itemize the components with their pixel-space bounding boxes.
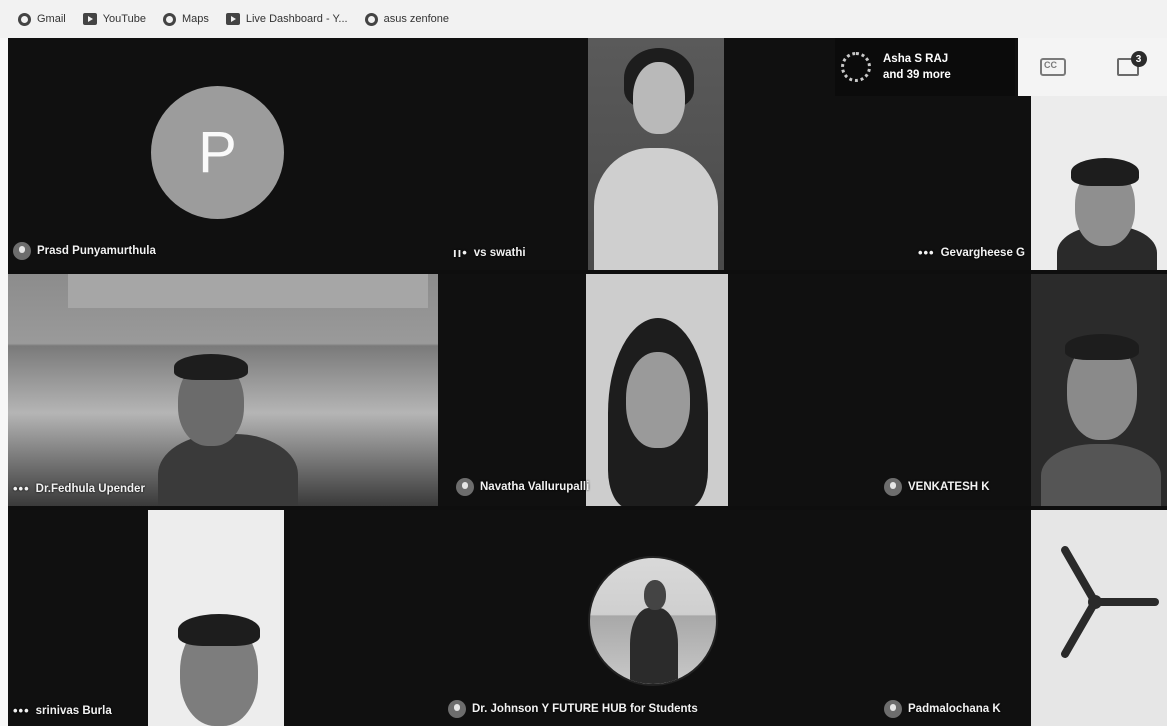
participants-summary[interactable]: Asha S RAJ and 39 more bbox=[835, 38, 1015, 96]
captions-button[interactable] bbox=[1018, 38, 1088, 96]
participant-tile[interactable]: P Prasd Punyamurthula bbox=[8, 38, 448, 270]
participant-tile[interactable]: Padmalochana K bbox=[730, 510, 1167, 726]
person-hair bbox=[178, 614, 260, 646]
ceiling-fan-graphic bbox=[1061, 546, 1159, 658]
participant-tile[interactable]: ••• Dr.Fedhula Upender bbox=[8, 274, 438, 506]
participant-tile[interactable]: Navatha Vallurupalli bbox=[438, 274, 730, 506]
person-body bbox=[158, 434, 298, 506]
more-options-icon: ••• bbox=[13, 481, 30, 496]
bookmark-maps[interactable]: Maps bbox=[159, 10, 218, 29]
participant-tile[interactable]: VENKATESH K bbox=[730, 274, 1167, 506]
participant-name-label: Prasd Punyamurthula bbox=[13, 242, 156, 260]
bookmarks-bar: Gmail YouTube Maps Live Dashboard - Y...… bbox=[0, 0, 1167, 38]
participant-name-label: VENKATESH K bbox=[884, 478, 990, 496]
participant-name-label: ıı• vs swathi bbox=[453, 245, 526, 260]
person-head bbox=[626, 352, 690, 448]
chat-button[interactable]: 3 bbox=[1088, 38, 1167, 96]
participant-tile[interactable]: ıı• vs swathi bbox=[448, 38, 730, 270]
more-options-icon: ••• bbox=[13, 703, 30, 718]
person-body bbox=[594, 148, 718, 270]
bookmark-youtube[interactable]: YouTube bbox=[79, 10, 155, 28]
participant-name-label: Navatha Vallurupalli bbox=[456, 478, 589, 496]
person-head bbox=[633, 62, 685, 134]
participant-name-label: ••• srinivas Burla bbox=[13, 703, 112, 718]
participant-tile[interactable]: ••• srinivas Burla bbox=[8, 510, 438, 726]
participant-name: Gevargheese G bbox=[940, 246, 1025, 259]
chat-icon: 3 bbox=[1116, 51, 1147, 76]
participants-line2: and 39 more bbox=[883, 69, 951, 81]
participant-name: vs swathi bbox=[473, 246, 526, 259]
chat-badge: 3 bbox=[1130, 51, 1147, 67]
participant-name: Padmalochana K bbox=[908, 703, 1001, 715]
participant-name: VENKATESH K bbox=[908, 481, 990, 493]
participants-avatars-icon bbox=[841, 52, 871, 82]
bookmark-live-dashboard[interactable]: Live Dashboard - Y... bbox=[222, 10, 357, 28]
participant-name: srinivas Burla bbox=[35, 704, 112, 717]
youtube-icon bbox=[225, 13, 240, 25]
mic-off-icon bbox=[884, 478, 902, 496]
participant-name: Prasd Punyamurthula bbox=[37, 245, 156, 257]
mic-off-icon bbox=[884, 700, 902, 718]
mic-off-icon bbox=[13, 242, 31, 260]
participant-name: Navatha Vallurupalli bbox=[480, 481, 590, 493]
person-hair bbox=[1065, 334, 1139, 360]
audio-level-icon: ıı• bbox=[453, 245, 468, 260]
globe-icon bbox=[18, 12, 31, 26]
avatar: P bbox=[151, 86, 284, 219]
participant-name-label: ••• Dr.Fedhula Upender bbox=[13, 481, 145, 496]
person-hair bbox=[1071, 158, 1139, 186]
person-body bbox=[1041, 444, 1161, 506]
avatar bbox=[588, 556, 718, 686]
globe-icon bbox=[162, 12, 176, 26]
participant-name: Dr.Fedhula Upender bbox=[35, 482, 145, 495]
globe-icon bbox=[364, 12, 378, 26]
ceiling-decor bbox=[68, 274, 428, 308]
participant-name: Dr. Johnson Y FUTURE HUB for Students bbox=[472, 703, 698, 715]
bookmark-label: Gmail bbox=[37, 13, 66, 25]
participant-name-label: Padmalochana K bbox=[884, 700, 1001, 718]
person-hair bbox=[174, 354, 248, 380]
mic-off-icon bbox=[456, 478, 474, 496]
participant-name-label: ••• Gevargheese G bbox=[918, 245, 1025, 260]
video-feed bbox=[1031, 510, 1167, 726]
person-body bbox=[630, 608, 678, 684]
video-feed bbox=[148, 510, 284, 726]
participant-name-label: Dr. Johnson Y FUTURE HUB for Students bbox=[448, 700, 698, 718]
video-feed bbox=[586, 274, 728, 506]
video-feed bbox=[1031, 274, 1167, 506]
bookmark-label: Maps bbox=[181, 13, 209, 25]
meeting-stage: P Prasd Punyamurthula ıı• vs swathi ••• … bbox=[8, 38, 1167, 726]
video-feed bbox=[1031, 96, 1167, 270]
bookmark-label: YouTube bbox=[102, 13, 146, 25]
bookmark-label: Live Dashboard - Y... bbox=[245, 13, 348, 25]
avatar-letter: P bbox=[198, 120, 237, 185]
participants-line1: Asha S RAJ bbox=[883, 53, 949, 65]
bookmark-asus-zenfone[interactable]: asus zenfone bbox=[361, 10, 458, 29]
bookmark-gmail[interactable]: Gmail bbox=[14, 10, 75, 29]
bookmark-label: asus zenfone bbox=[383, 13, 450, 25]
more-options-icon: ••• bbox=[917, 245, 935, 260]
person-head bbox=[644, 580, 666, 610]
mic-off-icon bbox=[448, 700, 466, 718]
video-feed bbox=[588, 38, 724, 270]
youtube-icon bbox=[82, 13, 97, 25]
captions-icon bbox=[1040, 58, 1066, 76]
